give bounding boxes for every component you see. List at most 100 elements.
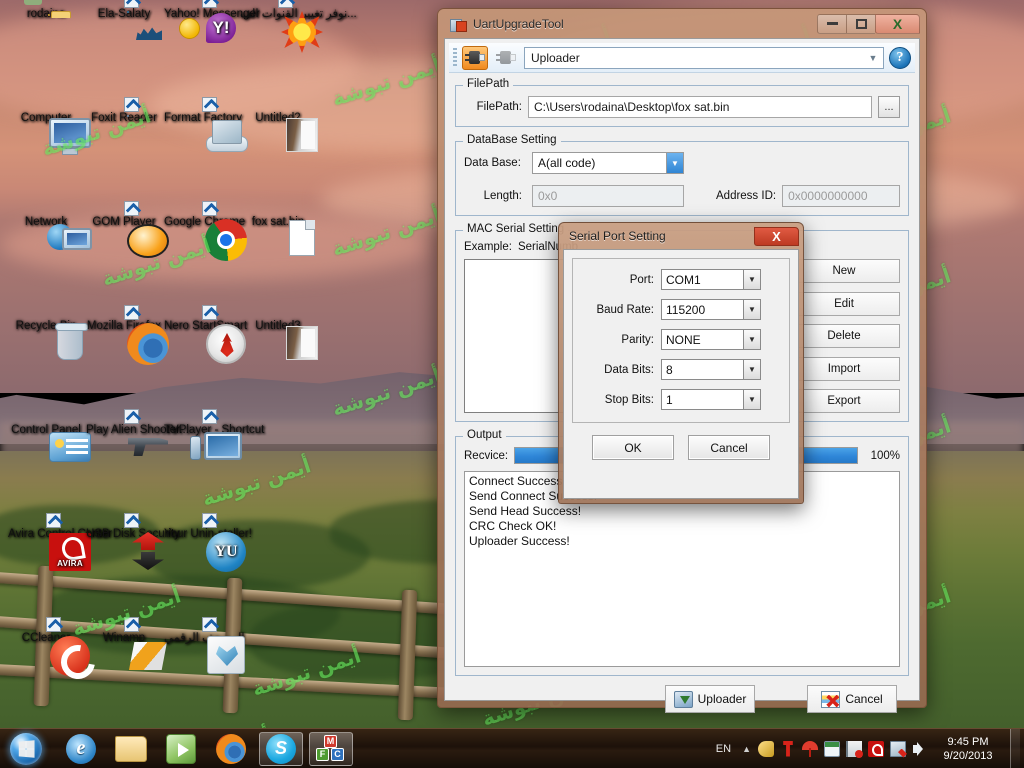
desktop-icon-usb-disk-security[interactable]: USB Disk Security bbox=[86, 513, 180, 540]
serial-plug-connect-icon[interactable] bbox=[462, 45, 488, 70]
desktop-icon-ela-salaty[interactable]: Ela-Salaty bbox=[86, 0, 162, 20]
chevron-down-icon: ▼ bbox=[868, 52, 878, 63]
clock[interactable]: 9:45 PM 9/20/2013 bbox=[935, 735, 1001, 763]
avira-icon[interactable] bbox=[868, 740, 884, 757]
desktop-icon-fox-sat-bin[interactable]: fox sat.bin bbox=[240, 216, 316, 256]
desktop-icon-label: Foxit Reader bbox=[91, 112, 157, 124]
maximize-button[interactable] bbox=[846, 13, 875, 34]
browse-button[interactable]: ... bbox=[878, 96, 900, 118]
key-icon[interactable] bbox=[758, 740, 774, 757]
taskbar-buttons[interactable]: MFC bbox=[56, 731, 356, 766]
baud-rate-value: 115200 bbox=[666, 302, 706, 317]
desktop-icon-mozilla-firefox[interactable]: Mozilla Firefox bbox=[86, 305, 169, 365]
mac-button-column[interactable]: New Edit Delete Import Export bbox=[788, 259, 900, 413]
help-icon[interactable]: ? bbox=[889, 46, 911, 69]
flag-alert-icon[interactable] bbox=[846, 740, 863, 758]
delete-button[interactable]: Delete bbox=[788, 324, 900, 348]
parity-select[interactable]: NONE ▼ bbox=[661, 329, 761, 350]
mode-select[interactable]: Uploader ▼ bbox=[524, 46, 884, 69]
shortcut-arrow-icon bbox=[46, 513, 61, 528]
desktop-icon-tvplayer-shortcut[interactable]: TVPlayer - Shortcut bbox=[164, 409, 264, 460]
desktop-icon-gom-player[interactable]: GOM Player bbox=[86, 201, 169, 258]
desktop-icon-format-factory[interactable]: Format Factory bbox=[164, 97, 248, 152]
filepath-label: FilePath: bbox=[476, 101, 522, 113]
progress-percent-label: 100% bbox=[870, 449, 900, 462]
baud-rate-select[interactable]: 115200 ▼ bbox=[661, 299, 761, 320]
desktop-icon-your-unin-staller[interactable]: Your Unin-staller! bbox=[164, 513, 252, 572]
desktop-icon-network[interactable]: Network bbox=[8, 216, 92, 250]
stop-bits-select[interactable]: 1 ▼ bbox=[661, 389, 761, 410]
taskbar-button-skype[interactable] bbox=[259, 731, 303, 766]
desktop-icon-yahoo-messenger[interactable]: Yahoo! Messenger bbox=[164, 0, 260, 43]
show-desktop-button[interactable] bbox=[1010, 728, 1020, 768]
database-row: Data Base: A(all code) ▼ bbox=[464, 152, 900, 174]
desktop-icon-[interactable]: نوفر تغيير القنوات الف... bbox=[240, 0, 357, 53]
windows-logo-icon bbox=[10, 732, 42, 765]
show-hidden-icons-icon[interactable]: ▲ bbox=[742, 744, 751, 754]
database-select[interactable]: A(all code) ▼ bbox=[532, 152, 684, 174]
taskbar-button-mozilla-firefox[interactable] bbox=[209, 732, 253, 766]
network-error-icon[interactable] bbox=[890, 740, 906, 757]
uploader-button[interactable]: Uploader bbox=[665, 685, 755, 713]
volume-icon[interactable] bbox=[912, 741, 928, 757]
desktop-icon-[interactable]: المصحف الرقمي bbox=[164, 617, 245, 674]
taskbar-button-internet-explorer[interactable] bbox=[59, 732, 103, 766]
serial-plug-disconnect-icon[interactable] bbox=[493, 46, 519, 70]
desktop-icon-recycle-bin[interactable]: Recycle Bin bbox=[8, 320, 89, 360]
desktop-icon-untitled3[interactable]: Untitled3 bbox=[240, 320, 318, 360]
minimize-button[interactable] bbox=[817, 13, 846, 34]
desktop-icon-rodaina[interactable]: rodaina bbox=[8, 0, 84, 20]
new-button[interactable]: New bbox=[788, 259, 900, 283]
dialog-titlebar[interactable]: Serial Port Setting X bbox=[563, 223, 799, 249]
window-buttons[interactable]: X bbox=[817, 13, 920, 34]
filepath-input[interactable]: C:\Users\rodaina\Desktop\fox sat.bin bbox=[528, 96, 872, 118]
taskbar[interactable]: MFC EN ▲ 9:45 PM 9/20/2013 bbox=[0, 728, 1024, 768]
red-marker-icon[interactable] bbox=[783, 740, 793, 757]
language-indicator[interactable]: EN bbox=[712, 743, 735, 755]
filepath-group-legend: FilePath bbox=[463, 78, 514, 90]
taskbar-button-uart-upgrade-tool[interactable]: MFC bbox=[309, 731, 353, 766]
desktop-icon-control-panel[interactable]: Control Panel bbox=[8, 424, 91, 462]
baud-rate-label: Baud Rate: bbox=[596, 303, 654, 316]
mode-select-value: Uploader bbox=[531, 50, 580, 65]
data-bits-select[interactable]: 8 ▼ bbox=[661, 359, 761, 380]
dialog-ok-button[interactable]: OK bbox=[592, 435, 674, 460]
desktop-icon-avira-control-center[interactable]: Avira Control Center bbox=[8, 513, 112, 571]
address-id-input[interactable]: 0x0000000000 bbox=[782, 185, 900, 207]
taskbar-button-windows-media-player[interactable] bbox=[159, 732, 203, 766]
window-titlebar[interactable]: UartUpgradeTool X bbox=[444, 9, 920, 38]
taskbar-button-windows-explorer[interactable] bbox=[109, 732, 153, 766]
toolbar-grip[interactable] bbox=[453, 47, 457, 68]
dialog-cancel-button[interactable]: Cancel bbox=[688, 435, 770, 460]
desktop-icon-play-alien-shooter[interactable]: Play Alien Shooter... bbox=[86, 409, 189, 456]
port-select[interactable]: COM1 ▼ bbox=[661, 269, 761, 290]
dialog-button-row[interactable]: OK Cancel bbox=[572, 435, 790, 460]
chevron-down-icon: ▼ bbox=[666, 153, 683, 173]
umbrella-icon[interactable] bbox=[802, 740, 818, 757]
address-id-label: Address ID: bbox=[716, 190, 777, 202]
desktop-icon-computer[interactable]: Computer bbox=[8, 112, 91, 155]
dialog-close-button[interactable]: X bbox=[754, 226, 799, 246]
output-log-line: CRC Check OK! bbox=[469, 519, 557, 533]
export-button[interactable]: Export bbox=[788, 389, 900, 413]
edit-button[interactable]: Edit bbox=[788, 291, 900, 316]
length-input[interactable]: 0x0 bbox=[532, 185, 684, 207]
app-toolbar[interactable]: Uploader ▼ ? bbox=[449, 43, 915, 73]
close-button[interactable]: X bbox=[875, 13, 920, 34]
desktop-icon-label: Network bbox=[24, 216, 68, 228]
cancel-button[interactable]: Cancel bbox=[807, 685, 897, 713]
desktop-icon-nero-startsmart[interactable]: Nero StartSmart bbox=[164, 305, 247, 364]
chevron-down-icon: ▼ bbox=[743, 270, 760, 289]
start-button[interactable] bbox=[2, 731, 50, 767]
import-button[interactable]: Import bbox=[788, 356, 900, 381]
desktop-icon-google-chrome[interactable]: Google Chrome bbox=[164, 201, 247, 261]
desktop-icon-foxit-reader[interactable]: Foxit Reader bbox=[86, 97, 162, 124]
desktop-icon-untitled2[interactable]: Untitled2 bbox=[240, 112, 318, 152]
system-tray[interactable]: EN ▲ 9:45 PM 9/20/2013 bbox=[712, 728, 1024, 768]
desktop-icon-winamp[interactable]: Winamp bbox=[86, 617, 167, 670]
chevron-down-icon: ▼ bbox=[743, 390, 760, 409]
tray-icon-group[interactable] bbox=[758, 740, 928, 758]
calendar-icon[interactable] bbox=[824, 740, 840, 757]
desktop-icon-ccleaner[interactable]: CCleaner bbox=[8, 617, 90, 676]
serial-port-setting-dialog[interactable]: Serial Port Setting X Port: COM1 ▼ Baud Rat… bbox=[558, 222, 804, 504]
